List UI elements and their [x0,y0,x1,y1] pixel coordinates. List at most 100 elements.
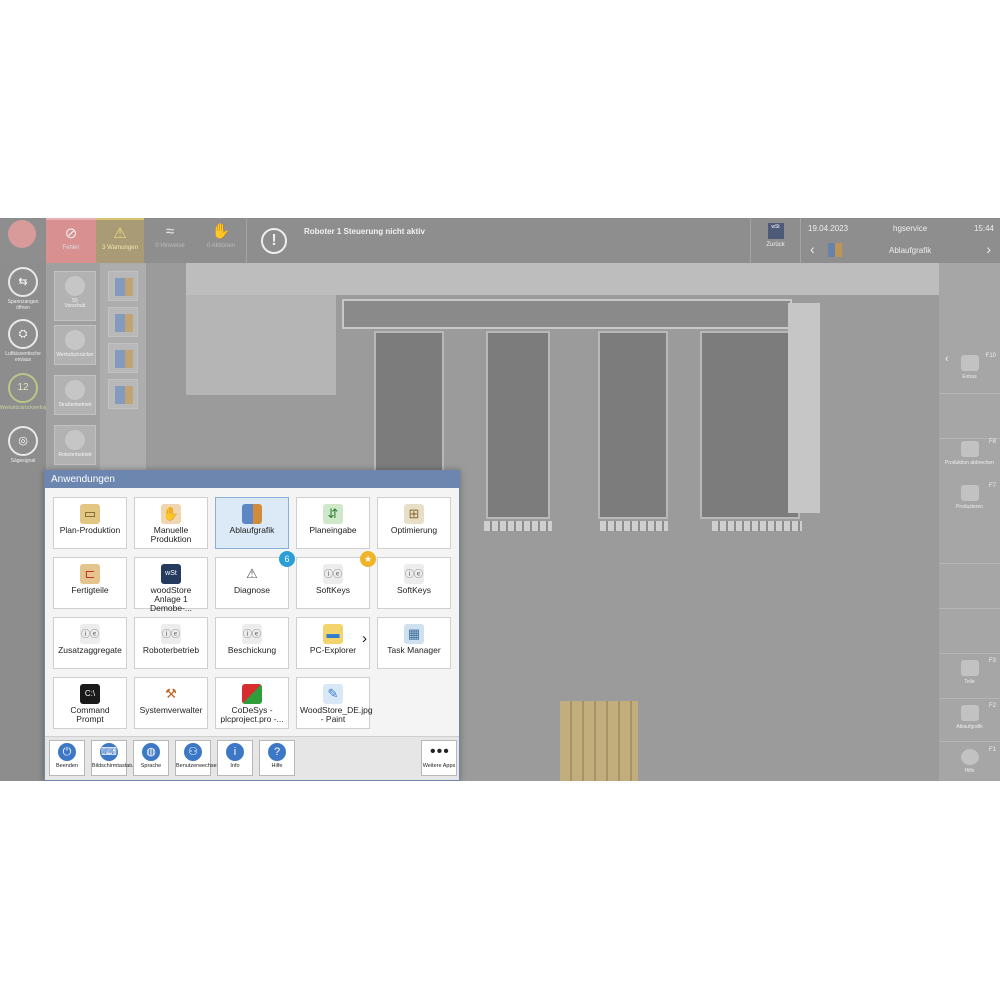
conveyor-belt [598,331,668,519]
parts-button[interactable]: F3 Teile [939,658,1000,685]
applications-popup: Anwendungen ▭ Plan-Produktion ✋ Manuelle… [44,470,460,781]
app-tile-manual-production[interactable]: ✋ Manuelle Produktion [134,497,208,549]
street-mode-button[interactable]: Straßenbetrieb [54,375,96,415]
language-button[interactable]: ◍ Sprache [133,740,169,776]
tab-faults[interactable]: ⊘ Fehler [46,218,96,263]
notification-badge: 6 [279,551,295,567]
info-button[interactable]: i Info [217,740,253,776]
exit-label: Beenden [55,763,79,769]
app-tile-woodstore[interactable]: wSt woodStore Anlage 1 Demobe-... [134,557,208,613]
workpiece-tracking-button[interactable]: 12 Werkstückrückverfolgung [0,373,56,411]
extras-button[interactable]: F10 Extras [939,353,1000,380]
task-manager-icon: ▦ [404,624,424,644]
app-tile-additional-aggregates[interactable]: ⓘⓔ Zusatzaggregate [53,617,127,669]
clamp-open-button[interactable]: ⇆ Spannzangen öffnen [0,267,46,311]
app-tile-paint[interactable]: ✎ WoodStore_DE.jpg - Paint [296,677,373,729]
feed-table [342,299,792,329]
top-bar: ⊘ Fehler ⚠ 3 Warnungen ≈ 0 Hinweise ✋ 0 … [0,218,1000,263]
app-tile-codesys[interactable]: CoDeSys - plcproject.pro -... [215,677,289,729]
help-side-label: Hilfe [964,768,975,774]
flow-graphic-key: F2 [988,703,996,709]
app-tile-finished-parts[interactable]: ⊏ Fertigteile [53,557,127,609]
app-tile-label: Zusatzaggregate [58,645,122,655]
app-tile-label: Beschickung [227,645,277,655]
workpiece-returner-label: Werkstückrücker [56,352,94,358]
time: 15:44 [973,224,994,233]
help-icon [960,749,979,765]
notice-icon: ≈ [165,223,175,240]
globe-icon: ◍ [142,743,160,761]
tools-icon: ⚒ [165,686,177,701]
help-icon: ? [268,743,286,761]
view-image-button[interactable] [108,379,138,409]
app-tile-plan-production[interactable]: ▭ Plan-Produktion [53,497,127,549]
app-tile-label: Systemverwalter [139,705,203,715]
help-side-button[interactable]: F1 Hilfe [939,747,1000,774]
feed-button[interactable]: 55 Vorschub [54,271,96,321]
date: 19.04.2023 [808,224,849,233]
message-area[interactable]: ! Roboter 1 Steuerung nicht aktiv [246,218,750,263]
app-tile-command-prompt[interactable]: C:\ Command Prompt [53,677,127,729]
view-flow-button[interactable] [108,271,138,301]
flow-graphic-button[interactable]: F2 Ablaufgrafik [939,703,1000,730]
optimization-icon: ⊞ [404,504,424,524]
app-tile-optimization[interactable]: ⊞ Optimierung [377,497,451,549]
more-dots-icon: ••• [430,743,450,760]
saw-signal-icon: ◎ [8,426,38,456]
cancel-production-button[interactable]: F8 Produktion abbrechen [939,439,1000,466]
street-mode-label: Straßenbetrieb [58,402,92,408]
users-icon: ⚇ [184,743,202,761]
app-tile-system-administrator[interactable]: ⚒ Systemverwalter [134,677,208,729]
app-tile-label: SoftKeys [315,585,351,595]
chevron-left-icon[interactable]: ‹ [810,241,815,257]
tab-warnings[interactable]: ⚠ 3 Warnungen [96,218,144,263]
softkeys-icon: ⓘⓔ [323,564,343,584]
app-tile-label: WoodStore_DE.jpg - Paint [300,705,373,724]
produce-button[interactable]: F7 Produzieren [939,483,1000,510]
feed-gauge-icon [65,276,85,296]
app-tile-pc-explorer[interactable]: ▬ PC-Explorer › [296,617,370,669]
tab-notices-count: 0 [155,243,159,249]
saw-signal-button[interactable]: ◎ Sägesignal [0,426,46,464]
app-tile-robot-operation[interactable]: ⓘⓔ Roboterbetrieb [134,617,208,669]
clamp-icon: ⇆ [8,267,38,297]
view-list-button[interactable] [108,343,138,373]
switch-user-button[interactable]: ⚇ Benutzerwechsel [175,740,218,776]
app-tile-softkeys-favorite[interactable]: ⓘⓔ SoftKeys ★ [296,551,376,609]
chevron-right-icon[interactable]: › [986,241,991,257]
workpiece-returner-button[interactable]: Werkstückrücker [54,325,96,365]
app-tile-plan-input[interactable]: ⇵ Planeingabe [296,497,370,549]
exit-button[interactable]: ⏻ Beenden [49,740,85,776]
app-tile-loading[interactable]: ⓘⓔ Beschickung [215,617,289,669]
help-button[interactable]: ? Hilfe [259,740,295,776]
app-tile-label: Ablaufgrafik [229,525,275,535]
app-tile-task-manager[interactable]: ▦ Task Manager [377,617,451,669]
on-screen-keyboard-button[interactable]: ⌨ Bildschirmtastatur [91,740,136,776]
tab-notices[interactable]: ≈ 0 Hinweise [144,218,196,263]
app-tile-label: CoDeSys - plcproject.pro -... [220,705,284,724]
air-table-button[interactable]: ⛭ Luftkissentische ein/aus [0,319,46,363]
app-tile-flow-graphic[interactable]: Ablaufgrafik [215,497,289,549]
hand-icon: ✋ [211,223,231,240]
app-tile-softkeys[interactable]: ⓘⓔ SoftKeys [377,557,451,609]
app-tile-diagnosis[interactable]: ⚠ Diagnose 6 [215,551,295,609]
robot-mode-label: Roboterbetrieb [58,452,92,458]
robot-mode-button[interactable]: Roboterbetrieb [54,425,96,465]
chevron-right-icon[interactable]: › [362,630,367,647]
finished-parts-icon: ⊏ [80,564,100,584]
view-flow-alt-button[interactable] [108,307,138,337]
back-button[interactable]: wSt Zurück [750,218,800,263]
view-switch-column [100,263,146,473]
popup-bottom-bar: ⏻ Beenden ⌨ Bildschirmtastatur ◍ Sprache… [45,736,459,780]
plan-input-icon: ⇵ [323,504,343,524]
power-icon: ⏻ [58,743,76,761]
info-icon: i [226,743,244,761]
switch-user-label: Benutzerwechsel [176,763,218,769]
conveyor-belt [486,331,550,519]
clamp-open-label: Spannzangen öffnen [7,299,39,311]
tab-actions[interactable]: ✋ 0 Aktionen [196,218,246,263]
extras-key: F10 [985,353,996,359]
more-apps-button[interactable]: ••• Weitere Apps [421,740,457,776]
produce-key: F7 [988,483,996,489]
air-table-label: Luftkissentische ein/aus [5,351,41,363]
